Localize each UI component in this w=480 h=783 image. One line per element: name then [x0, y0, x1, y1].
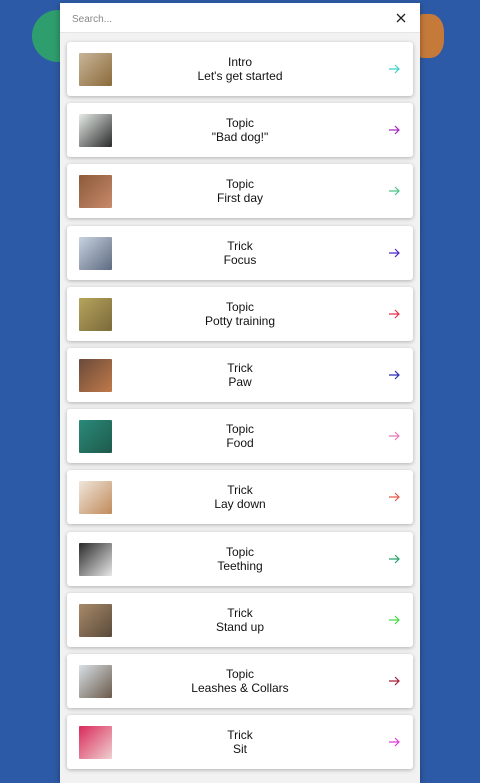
card-title: Stand up	[215, 619, 265, 634]
lesson-list: Intro Let's get started Topic "Bad dog!" Top…	[60, 33, 420, 783]
arrow-right-icon[interactable]	[387, 613, 401, 627]
card-category: Trick	[227, 361, 253, 375]
lesson-card[interactable]: Trick Sit	[67, 715, 413, 770]
dog-photo-thumbnail	[79, 665, 112, 698]
card-category: Topic	[225, 667, 254, 681]
card-category: Topic	[225, 422, 254, 437]
card-text: Trick Focus	[127, 226, 353, 280]
card-category: Topic	[225, 177, 254, 192]
card-category: Intro	[227, 55, 252, 69]
card-category: Topic	[225, 299, 254, 314]
card-title: Sit	[232, 742, 247, 757]
lesson-card[interactable]: Topic Food	[67, 409, 413, 464]
card-title: Leashes & Collars	[191, 681, 289, 695]
lesson-card[interactable]: Trick Stand up	[67, 592, 413, 647]
card-title: Lay down	[214, 497, 266, 512]
card-category: Trick	[227, 728, 253, 743]
arrow-right-icon[interactable]	[387, 246, 401, 260]
dog-photo-thumbnail	[79, 726, 112, 760]
card-title: Let's get started	[197, 69, 283, 83]
dog-photo-thumbnail	[79, 175, 112, 209]
card-category: Topic	[225, 116, 254, 131]
arrow-right-icon[interactable]	[387, 307, 401, 321]
main-panel: IntroLet's get startedTopic"Bad dog!"Top…	[60, 3, 420, 783]
close-icon	[396, 13, 406, 23]
dog-photo-thumbnail	[79, 53, 112, 86]
card-category: Trick	[227, 483, 253, 498]
card-title: Potty training	[204, 313, 276, 328]
arrow-right-icon[interactable]	[387, 674, 401, 688]
card-text: Topic Food	[127, 409, 353, 463]
arrow-right-icon[interactable]	[387, 552, 401, 566]
lesson-card[interactable]: Trick Paw	[67, 348, 413, 402]
lesson-card[interactable]: Trick Lay down	[67, 470, 413, 525]
card-title: Paw	[228, 375, 252, 389]
arrow-right-icon[interactable]	[387, 368, 401, 382]
card-text: Topic Teething	[127, 532, 353, 586]
lesson-card[interactable]: Topic "Bad dog!"	[67, 103, 413, 158]
lesson-card[interactable]: Intro Let's get started	[67, 42, 413, 96]
card-title: Focus	[223, 252, 257, 267]
dog-photo-thumbnail	[79, 542, 112, 576]
card-text: Trick Lay down	[127, 470, 353, 524]
dog-photo-thumbnail	[79, 603, 112, 637]
search-bar	[60, 3, 420, 33]
dog-photo-thumbnail	[79, 297, 112, 331]
card-text: Topic First day	[127, 164, 353, 218]
card-title: Food	[226, 436, 254, 451]
lesson-card[interactable]: Topic Potty training	[67, 286, 413, 341]
lesson-card[interactable]: Topic First day	[67, 164, 413, 219]
dog-photo-thumbnail	[79, 359, 112, 392]
card-category: Topic	[225, 544, 254, 559]
dog-photo-thumbnail	[79, 420, 112, 454]
arrow-right-icon[interactable]	[387, 123, 401, 137]
dog-photo-thumbnail	[79, 481, 112, 515]
arrow-right-icon[interactable]	[387, 735, 401, 749]
arrow-right-icon[interactable]	[387, 429, 401, 443]
card-text: Topic Potty training	[127, 287, 353, 341]
card-title: Teething	[217, 558, 263, 573]
card-title: First day	[216, 191, 263, 206]
arrow-right-icon[interactable]	[387, 184, 401, 198]
card-title: "Bad dog!"	[211, 130, 269, 145]
card-category: Trick	[227, 605, 253, 620]
card-text: Trick Paw	[127, 348, 353, 402]
search-input[interactable]	[70, 9, 374, 29]
card-category: Trick	[227, 238, 253, 253]
card-text: Intro Let's get started	[127, 42, 353, 96]
lesson-card[interactable]: Topic Leashes & Collars	[67, 654, 413, 708]
card-text: Topic "Bad dog!"	[127, 103, 353, 157]
dog-photo-thumbnail	[79, 114, 112, 148]
lesson-card[interactable]: Topic Teething	[67, 531, 413, 586]
card-text: Topic Leashes & Collars	[127, 654, 353, 708]
arrow-right-icon[interactable]	[387, 490, 401, 504]
arrow-right-icon[interactable]	[387, 62, 401, 76]
card-text: Trick Sit	[127, 715, 353, 769]
card-text: Trick Stand up	[127, 593, 353, 647]
dog-photo-thumbnail	[79, 236, 112, 270]
lesson-card[interactable]: Trick Focus	[67, 225, 413, 280]
close-search-button[interactable]	[392, 9, 410, 27]
